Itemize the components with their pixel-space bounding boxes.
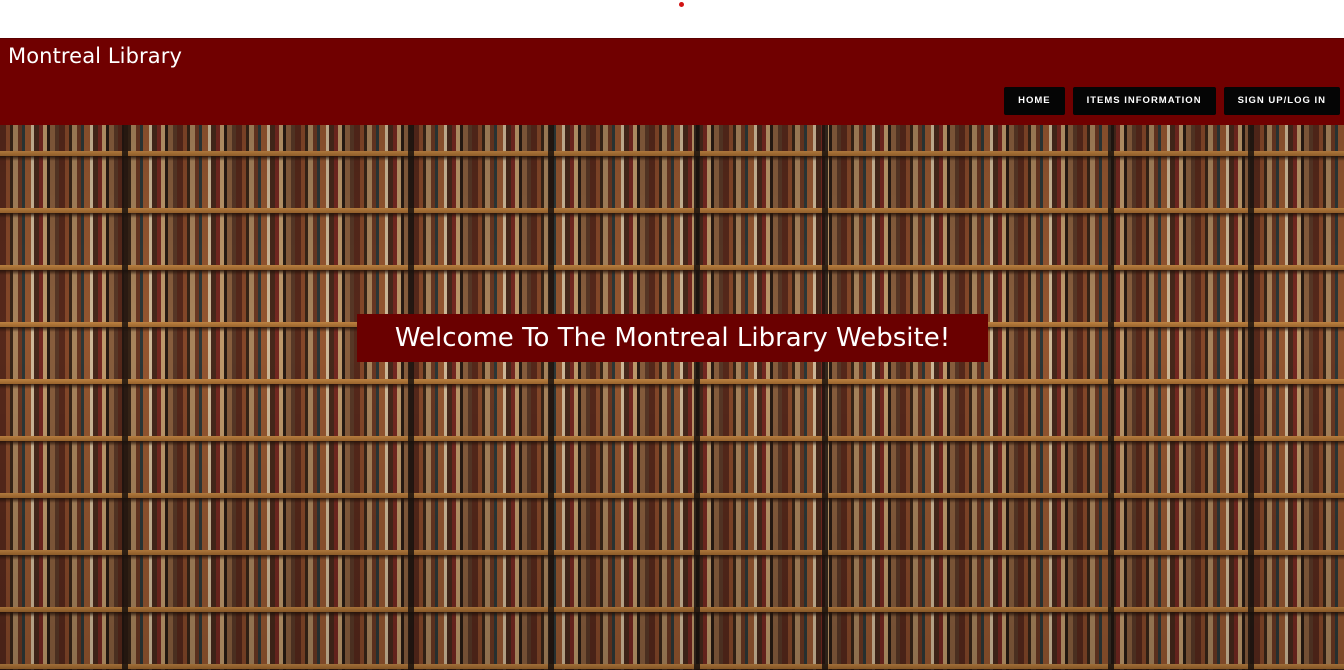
hero-overlay [0, 125, 1344, 670]
navbar: Montreal Library HOME ITEMS INFORMATION … [0, 38, 1344, 126]
nav-items-information-button[interactable]: ITEMS INFORMATION [1072, 87, 1216, 115]
page-top-strip [0, 0, 1344, 38]
nav-sign-up-log-in-button[interactable]: SIGN UP/LOG IN [1223, 87, 1340, 115]
nav-links: HOME ITEMS INFORMATION SIGN UP/LOG IN [1004, 87, 1340, 115]
hero-bookshelf-background: Welcome To The Montreal Library Website! [0, 125, 1344, 670]
indicator-dot [679, 2, 684, 7]
welcome-banner: Welcome To The Montreal Library Website! [357, 314, 988, 362]
nav-home-button[interactable]: HOME [1004, 87, 1065, 115]
site-brand[interactable]: Montreal Library [8, 44, 182, 68]
